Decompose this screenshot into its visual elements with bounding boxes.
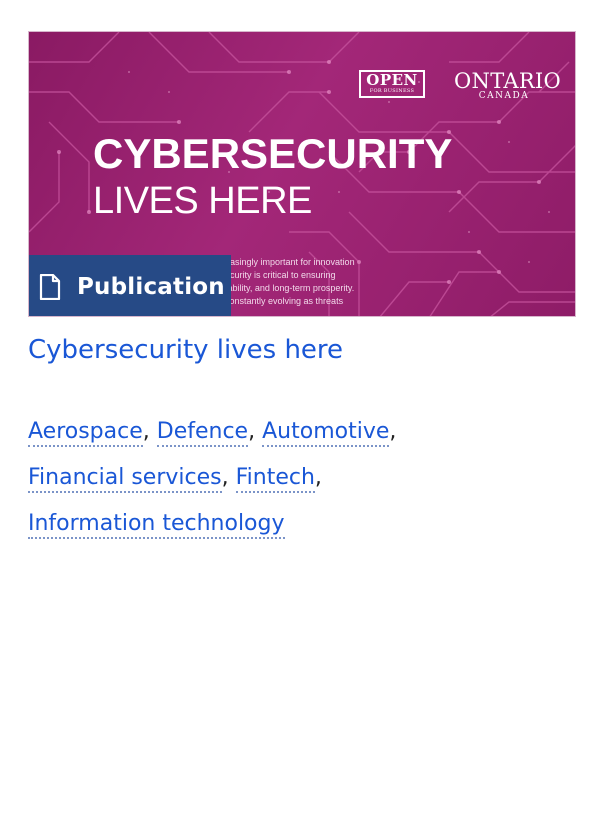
ontario-logo-text: ONTARIO [454, 69, 562, 93]
hero-body-line: constantly evolving as threats [225, 296, 344, 306]
hero-body-line: easingly important for innovation [225, 257, 355, 267]
tag-separator: , [389, 419, 397, 444]
tag-link-financial-services[interactable]: Financial services [28, 465, 222, 493]
tag-link-fintech[interactable]: Fintech [235, 465, 315, 493]
tag-link-information-technology[interactable]: Information technology [28, 511, 285, 539]
tag-separator: , [221, 465, 236, 490]
tag-list: Aerospace, Defence, Automotive, Financial… [28, 409, 576, 547]
hero-body-line: tability, and long-term prosperity. [225, 283, 355, 293]
tag-separator: , [142, 419, 157, 444]
publication-card: OPEN FOR BUSINESS ONTARIO CANADA CYBERSE… [28, 31, 576, 547]
ontario-canada-logo: ONTARIO CANADA [454, 69, 562, 101]
badge-label: Publication [77, 273, 225, 300]
publication-badge: Publication [29, 255, 231, 316]
open-for-business-logo: OPEN FOR BUSINESS [359, 70, 425, 98]
tag-link-defence[interactable]: Defence [156, 419, 249, 447]
hero-body-text: easingly important for innovation ecurit… [225, 256, 405, 308]
tag-link-aerospace[interactable]: Aerospace [28, 419, 143, 447]
publication-title-link[interactable]: Cybersecurity lives here [28, 333, 576, 367]
hero-subheadline: LIVES HERE [93, 180, 312, 222]
document-icon [39, 273, 61, 300]
canada-logo-text: CANADA [478, 91, 530, 101]
open-logo-subtext: FOR BUSINESS [369, 88, 415, 94]
tag-link-automotive[interactable]: Automotive [262, 419, 390, 447]
tag-separator: , [248, 419, 263, 444]
hero-image[interactable]: OPEN FOR BUSINESS ONTARIO CANADA CYBERSE… [28, 31, 576, 317]
open-logo-text: OPEN [366, 71, 418, 89]
hero-body-line: ecurity is critical to ensuring [225, 270, 336, 280]
tag-separator: , [314, 465, 322, 490]
hero-headline: CYBERSECURITY [93, 130, 453, 177]
